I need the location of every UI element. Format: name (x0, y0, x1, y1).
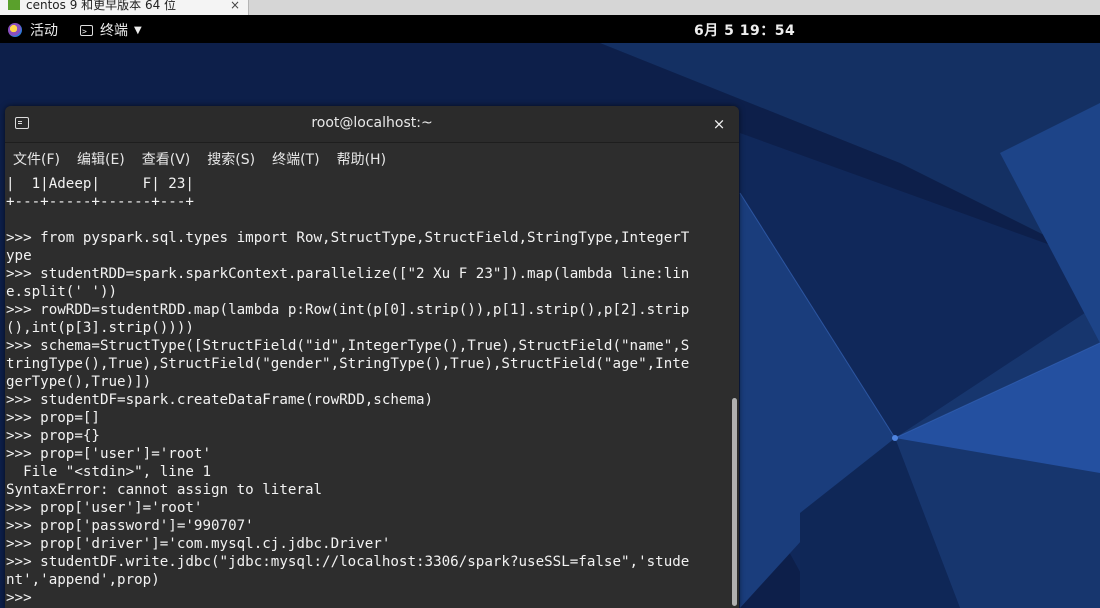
terminal-prompt: >>> (6, 590, 41, 606)
menu-help[interactable]: 帮助(H) (337, 149, 386, 169)
terminal-line: e.split(' ')) (6, 284, 118, 300)
terminal-menu-bar: 文件(F) 编辑(E) 查看(V) 搜索(S) 终端(T) 帮助(H) (5, 143, 739, 174)
activities-button[interactable]: 活动 (8, 20, 58, 40)
terminal-line: >>> from pyspark.sql.types import Row,St… (6, 230, 690, 246)
menu-file[interactable]: 文件(F) (13, 149, 60, 169)
terminal-line: ype (6, 248, 32, 264)
terminal-line: >>> studentRDD=spark.sparkContext.parall… (6, 266, 690, 282)
menu-terminal[interactable]: 终端(T) (272, 149, 319, 169)
terminal-line: nt','append',prop) (6, 572, 160, 588)
host-tab-close-icon[interactable]: × (230, 0, 240, 11)
activities-label: 活动 (30, 23, 58, 39)
terminal-app-icon: >_ (80, 24, 93, 36)
terminal-line: >>> studentDF.write.jdbc("jdbc:mysql://l… (6, 554, 690, 570)
terminal-line: >>> prop['driver']='com.mysql.cj.jdbc.Dr… (6, 536, 391, 552)
activities-logo-icon (8, 23, 22, 37)
menu-view[interactable]: 查看(V) (142, 149, 191, 169)
close-button[interactable]: × (707, 112, 731, 136)
terminal-window[interactable]: root@localhost:~ × 文件(F) 编辑(E) 查看(V) 搜索(… (5, 106, 739, 608)
terminal-line: >>> rowRDD=studentRDD.map(lambda p:Row(i… (6, 302, 690, 318)
gnome-top-bar: 活动 >_ 终端 ▼ 6月 5 19：54 (0, 15, 1100, 43)
terminal-line: tringType(),True),StructField("gender",S… (6, 356, 690, 372)
terminal-line: gerType(),True)]) (6, 374, 152, 390)
terminal-line: >>> prop={} (6, 428, 100, 444)
caret-down-icon: ▼ (134, 24, 142, 36)
terminal-prompt-line[interactable]: >>> (6, 589, 739, 607)
host-tab-strip: centos 9 和更早版本 64 位 × (0, 0, 1100, 15)
clock[interactable]: 6月 5 19：54 (694, 20, 795, 40)
window-title-bar[interactable]: root@localhost:~ × (5, 106, 739, 143)
terminal-line: >>> schema=StructType([StructField("id",… (6, 338, 690, 354)
terminal-scrollbar[interactable] (732, 398, 737, 606)
app-menu-button[interactable]: >_ 终端 ▼ (80, 20, 142, 40)
terminal-output[interactable]: | 1|Adeep| F| 23| +---+-----+------+---+… (5, 174, 739, 608)
host-vm-tab[interactable]: centos 9 和更早版本 64 位 × (0, 0, 249, 15)
vm-icon (8, 0, 20, 10)
terminal-line: >>> studentDF=spark.createDataFrame(rowR… (6, 392, 434, 408)
menu-search[interactable]: 搜索(S) (207, 149, 255, 169)
terminal-line: (),int(p[3].strip()))) (6, 320, 194, 336)
terminal-line: File "<stdin>", line 1 (6, 464, 211, 480)
window-title: root@localhost:~ (311, 115, 433, 131)
terminal-line: >>> prop['user']='root' (6, 500, 203, 516)
terminal-line: >>> prop=['user']='root' (6, 446, 211, 462)
terminal-line: >>> prop=[] (6, 410, 100, 426)
terminal-line: >>> prop['password']='990707' (6, 518, 254, 534)
app-menu-label: 终端 (100, 23, 128, 39)
terminal-line: +---+-----+------+---+ (6, 194, 194, 210)
terminal-line: | 1|Adeep| F| 23| (6, 176, 194, 192)
menu-edit[interactable]: 编辑(E) (77, 149, 125, 169)
host-tab-title: centos 9 和更早版本 64 位 (26, 0, 177, 12)
terminal-line: SyntaxError: cannot assign to literal (6, 482, 323, 498)
